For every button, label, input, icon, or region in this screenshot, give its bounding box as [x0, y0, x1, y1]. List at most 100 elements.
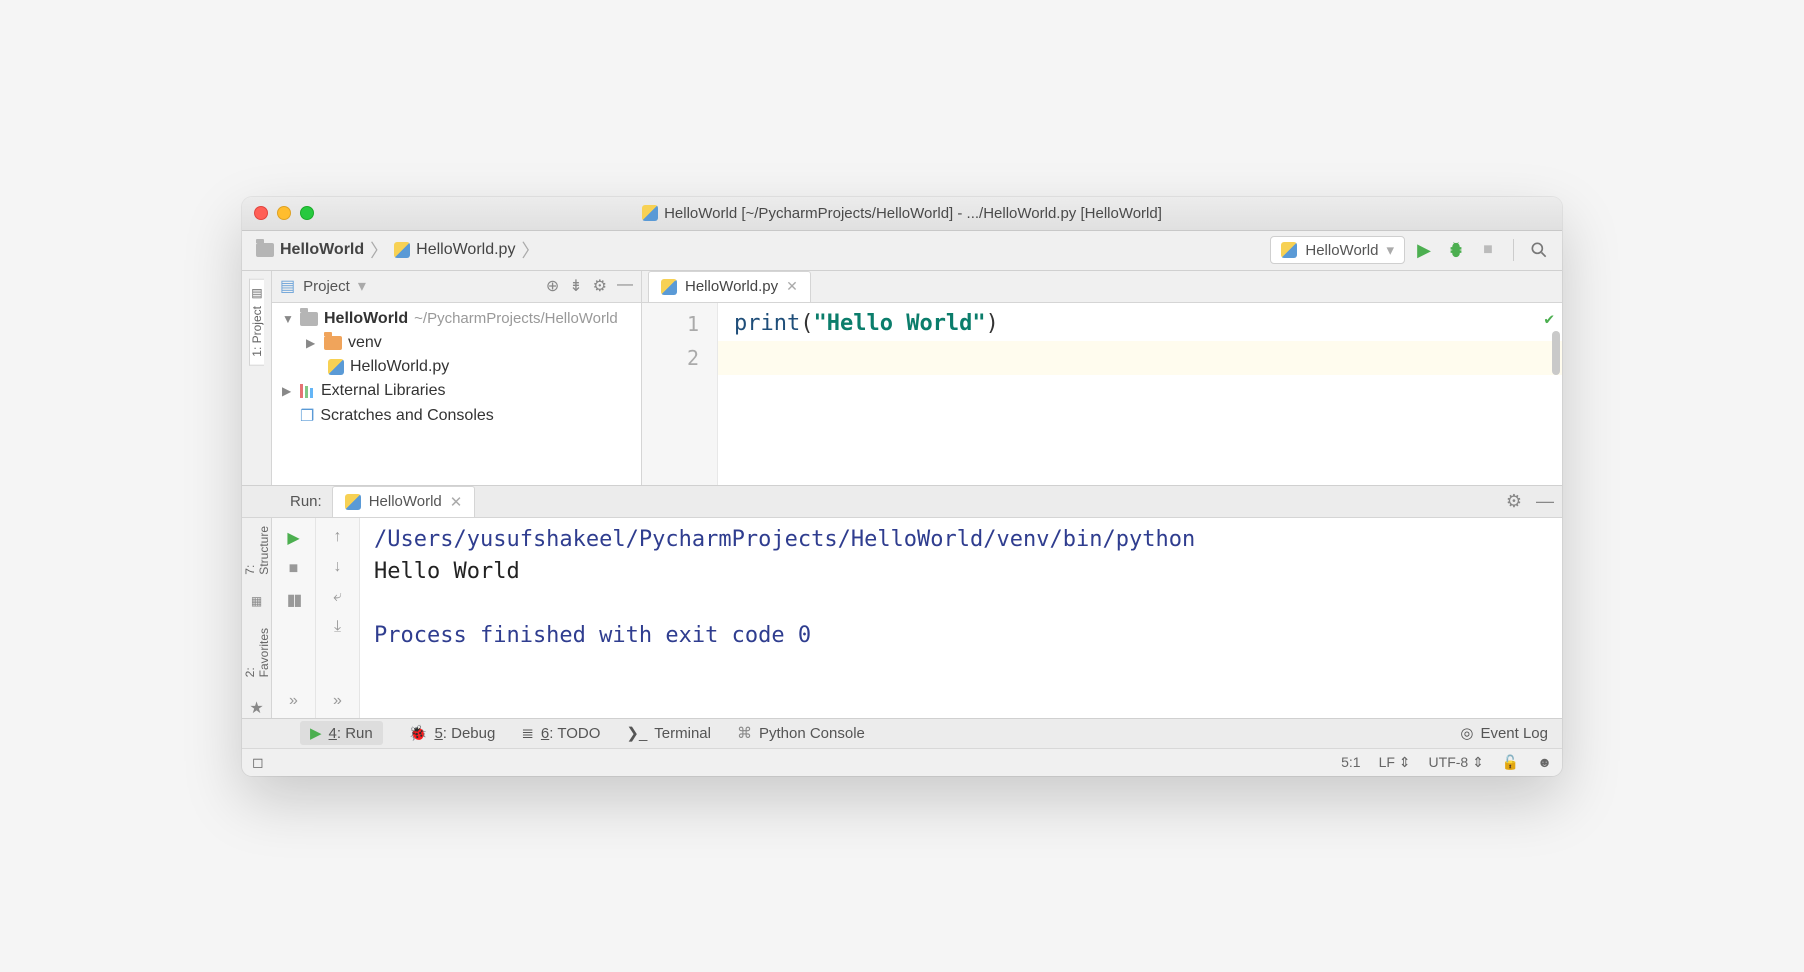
tool-todo[interactable]: ≣ 6: TODO — [521, 724, 600, 742]
scroll-from-source-icon[interactable]: ⊕ — [546, 276, 559, 296]
editor-tab[interactable]: HelloWorld.py ✕ — [648, 271, 811, 302]
run-tab-label: HelloWorld — [369, 493, 442, 510]
close-tab-icon[interactable]: ✕ — [786, 278, 798, 295]
collapse-all-icon[interactable]: ⇟ — [569, 276, 582, 296]
hide-panel-icon[interactable]: — — [1536, 491, 1554, 512]
tab-project-label: 1: Project — [250, 306, 264, 357]
tool-eventlog-label: Event Log — [1480, 725, 1548, 742]
token-paren: ) — [986, 311, 999, 336]
terminal-icon: ❯_ — [626, 724, 647, 742]
scroll-to-end-icon[interactable]: ⤓ — [334, 618, 341, 636]
tab-favorites[interactable]: 2: Favorites — [243, 624, 271, 681]
breadcrumb-file[interactable]: HelloWorld.py — [390, 241, 519, 259]
run-console[interactable]: /Users/yusufshakeel/PycharmProjects/Hell… — [360, 518, 1562, 718]
rerun-button[interactable]: ▶ — [287, 528, 299, 548]
project-view-icon: ▤ — [280, 276, 295, 296]
tool-terminal[interactable]: ❯_ Terminal — [626, 724, 711, 742]
project-panel-title[interactable]: Project — [303, 278, 350, 295]
soft-wrap-icon[interactable]: ⤶ — [333, 588, 342, 606]
file-encoding[interactable]: UTF-8 ⇕ — [1429, 754, 1484, 771]
line-separator[interactable]: LF ⇕ — [1379, 754, 1411, 771]
scratches-icon: ❐ — [300, 406, 314, 426]
run-button[interactable]: ▶ — [1411, 240, 1437, 261]
inspection-ok-icon[interactable]: ✔ — [1544, 309, 1554, 328]
tool-python-console[interactable]: ⌘ Python Console — [737, 724, 865, 742]
hide-panel-icon[interactable]: — — [617, 276, 633, 296]
chevron-down-icon[interactable]: ▾ — [358, 276, 366, 296]
debug-button[interactable] — [1443, 240, 1469, 260]
more-icon[interactable]: » — [333, 692, 342, 710]
editor-scrollbar[interactable] — [1552, 331, 1560, 375]
stop-button[interactable]: ■ — [1475, 241, 1501, 259]
editor-tabs: HelloWorld.py ✕ — [642, 271, 1562, 303]
star-icon: ★ — [249, 698, 263, 718]
python-file-icon — [328, 359, 344, 375]
caret-position[interactable]: 5:1 — [1341, 754, 1360, 770]
tree-file-label: HelloWorld.py — [350, 358, 449, 376]
tool-run[interactable]: ▶ 4: Run — [300, 721, 383, 745]
tree-root-path: ~/PycharmProjects/HelloWorld — [414, 310, 618, 327]
console-interpreter-path: /Users/yusufshakeel/PycharmProjects/Hell… — [374, 527, 1208, 552]
project-panel-header: ▤ Project ▾ ⊕ ⇟ ⚙ — — [272, 271, 641, 303]
tab-structure-label: 7: Structure — [243, 526, 271, 575]
run-config-name: HelloWorld — [1305, 242, 1378, 259]
tree-file[interactable]: HelloWorld.py — [272, 355, 641, 379]
breadcrumb-root[interactable]: HelloWorld — [252, 241, 368, 259]
tree-external-libraries[interactable]: ▶ External Libraries — [272, 379, 641, 403]
chevron-right-icon: ▶ — [282, 384, 294, 398]
maximize-window-button[interactable] — [300, 206, 314, 220]
line-number: 2 — [642, 341, 699, 375]
tree-ext-libs-label: External Libraries — [321, 382, 446, 400]
tree-scratches[interactable]: ❐ Scratches and Consoles — [272, 403, 641, 429]
tree-root-name: HelloWorld — [324, 310, 408, 328]
tab-favorites-label: 2: Favorites — [243, 628, 271, 677]
bug-icon — [1446, 240, 1466, 260]
chevron-down-icon: ▼ — [282, 312, 294, 326]
python-icon: ⌘ — [737, 724, 752, 742]
toggle-tool-windows-icon[interactable]: ◻ — [252, 754, 264, 771]
tree-root[interactable]: ▼ HelloWorld ~/PycharmProjects/HelloWorl… — [272, 307, 641, 331]
close-window-button[interactable] — [254, 206, 268, 220]
up-arrow-icon[interactable]: ↑ — [334, 528, 342, 546]
code-content[interactable]: print("Hello World") — [718, 303, 1562, 485]
run-tab[interactable]: HelloWorld ✕ — [332, 486, 476, 517]
tool-terminal-label: Terminal — [654, 725, 711, 742]
ide-window: HelloWorld [~/PycharmProjects/HelloWorld… — [242, 197, 1562, 776]
lock-icon[interactable]: 🔓 — [1502, 754, 1519, 771]
run-configuration-selector[interactable]: HelloWorld ▾ — [1270, 236, 1405, 264]
down-arrow-icon[interactable]: ↓ — [334, 558, 342, 576]
pause-button[interactable]: ▮▮ — [287, 590, 301, 610]
python-file-icon — [661, 279, 677, 295]
minimize-window-button[interactable] — [277, 206, 291, 220]
search-icon — [1529, 240, 1549, 260]
run-tool-window: Run: HelloWorld ✕ ⚙ — 7: Structure ▦ 2: … — [242, 485, 1562, 718]
breadcrumb: HelloWorld 〉 HelloWorld.py 〉 — [252, 237, 539, 263]
run-toolbar-secondary: ↑ ↓ ⤶ ⤓ » — [316, 518, 360, 718]
tool-debug[interactable]: 🐞 5: Debug — [409, 724, 496, 742]
tool-event-log[interactable]: ◎ Event Log — [1460, 724, 1548, 742]
more-icon[interactable]: » — [289, 692, 298, 710]
gear-icon[interactable]: ⚙ — [1506, 491, 1522, 512]
folder-icon — [324, 336, 342, 350]
python-file-icon — [642, 205, 658, 221]
status-bar: ◻ 5:1 LF ⇕ UTF-8 ⇕ 🔓 ☻ — [242, 748, 1562, 776]
gear-icon[interactable]: ⚙ — [593, 276, 607, 296]
line-number: 1 — [642, 307, 699, 341]
code-line: print("Hello World") — [734, 307, 1546, 341]
window-title-text: HelloWorld [~/PycharmProjects/HelloWorld… — [664, 205, 1162, 222]
close-tab-icon[interactable]: ✕ — [450, 493, 463, 511]
line-gutter: 1 2 — [642, 303, 718, 485]
tool-pyconsole-label: Python Console — [759, 725, 865, 742]
stop-button[interactable]: ■ — [289, 560, 299, 578]
left-tool-tabs-lower: 7: Structure ▦ 2: Favorites ★ » — [242, 518, 272, 718]
search-everywhere-button[interactable] — [1526, 240, 1552, 260]
token-string: "Hello World" — [813, 311, 985, 336]
tree-venv[interactable]: ▶ venv — [272, 331, 641, 355]
code-editor[interactable]: 1 2 print("Hello World") ✔ — [642, 303, 1562, 485]
inspector-icon[interactable]: ☻ — [1537, 754, 1552, 770]
grid-icon[interactable]: ▦ — [251, 594, 262, 608]
tab-project[interactable]: 1: Project ▤ — [249, 279, 264, 366]
separator — [1513, 239, 1514, 261]
tab-structure[interactable]: 7: Structure — [243, 522, 271, 579]
breadcrumb-root-label: HelloWorld — [280, 241, 364, 259]
